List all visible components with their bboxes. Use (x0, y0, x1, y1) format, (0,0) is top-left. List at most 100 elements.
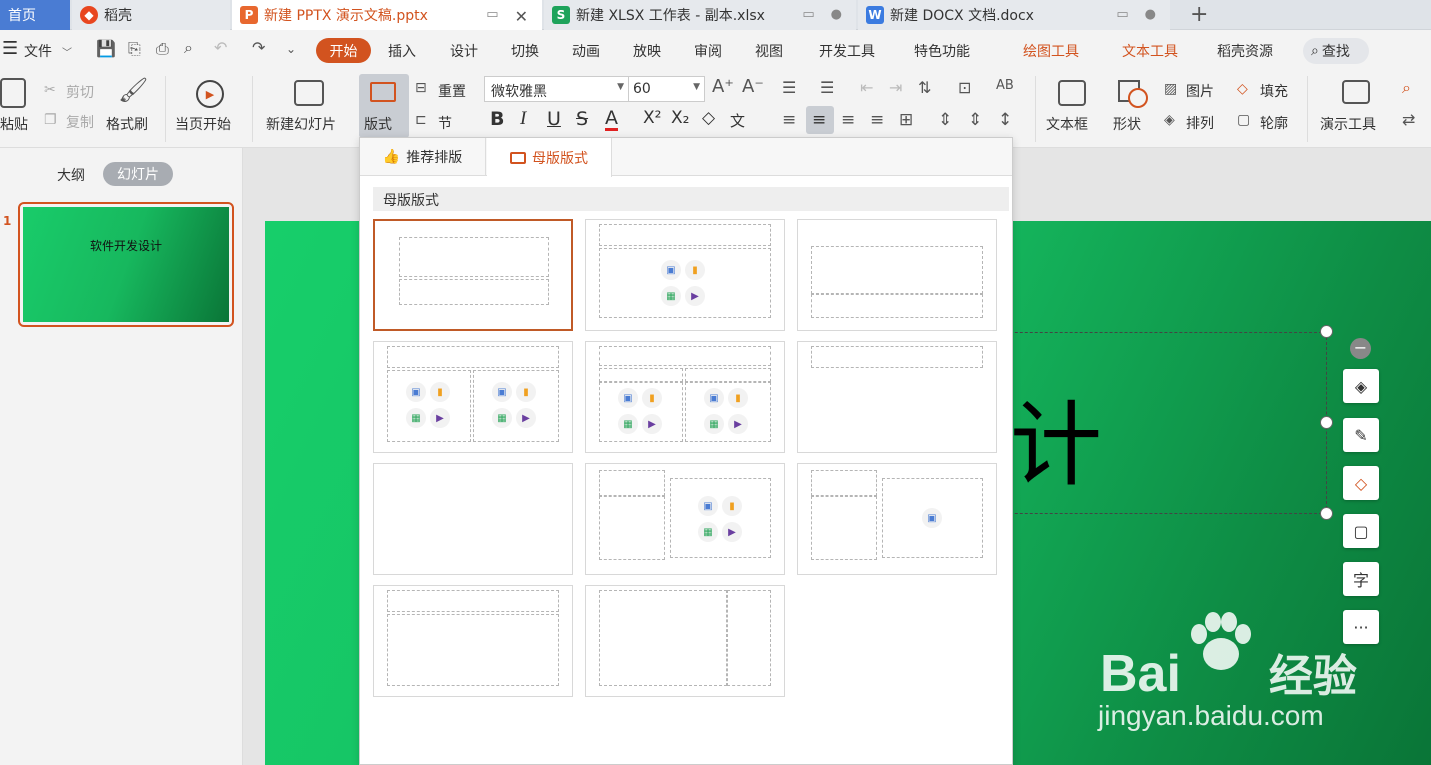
menu-slideshow[interactable]: 放映 (633, 41, 661, 61)
superscript-icon[interactable]: X² (643, 108, 661, 128)
align-right-icon[interactable]: ≡ (841, 110, 855, 130)
layout-picture-with-caption[interactable]: ▣ (797, 463, 997, 575)
tab-xlsx-document[interactable]: S 新建 XLSX 工作表 - 副本.xlsx ▭ ● (544, 0, 856, 30)
slide-title-text[interactable]: 计 (1010, 400, 1102, 492)
distribute-icon[interactable]: ⊞ (899, 110, 913, 130)
table-icon[interactable]: ▦ (406, 408, 426, 428)
menu-start[interactable]: 开始 (316, 38, 371, 63)
undo-icon[interactable]: ↶ (214, 38, 227, 57)
menu-transition[interactable]: 切换 (511, 41, 539, 61)
tab-outline[interactable]: 大纲 (57, 165, 85, 185)
resize-handle[interactable] (1320, 507, 1333, 520)
slide-thumbnail[interactable]: 软件开发设计 (18, 202, 234, 327)
menu-daoke-resources[interactable]: 稻壳资源 (1217, 41, 1273, 61)
table-icon[interactable]: ▦ (704, 414, 724, 434)
format-painter-button[interactable]: 格式刷 (106, 114, 148, 134)
cut-button[interactable]: 剪切 (66, 82, 94, 102)
resize-handle[interactable] (1320, 416, 1333, 429)
from-current-slide-button[interactable]: 当页开始 (175, 114, 231, 134)
layout-button[interactable]: 版式 (359, 74, 409, 138)
menu-insert[interactable]: 插入 (388, 41, 416, 61)
table-icon[interactable]: ▦ (661, 286, 681, 306)
print-icon[interactable]: ⎙ (156, 39, 169, 59)
menu-view[interactable]: 视图 (755, 41, 783, 61)
reset-button[interactable]: 重置 (438, 81, 466, 101)
layers-icon[interactable]: ◈ (1343, 369, 1379, 403)
window-icon[interactable]: ▭ (486, 7, 498, 26)
table-icon[interactable]: ▦ (698, 522, 718, 542)
save-icon[interactable]: 💾 (96, 39, 116, 58)
tab-recommended-layouts[interactable]: 👍 推荐排版 (360, 138, 486, 176)
bullet-list-icon[interactable]: ☰ (782, 78, 796, 97)
layout-title-vertical-text[interactable] (373, 585, 573, 697)
picture-icon[interactable]: ▣ (704, 388, 724, 408)
chart-icon[interactable]: ▮ (642, 388, 662, 408)
menu-draw-tools[interactable]: 绘图工具 (1023, 41, 1079, 61)
close-tab-icon[interactable]: ✕ (515, 7, 528, 26)
layout-section-header[interactable] (797, 219, 997, 331)
video-icon[interactable]: ▶ (430, 408, 450, 428)
text-direction-icon[interactable]: ⇅ (918, 78, 931, 97)
italic-icon[interactable]: I (520, 108, 526, 130)
outline-button[interactable]: 轮廓 (1260, 113, 1288, 133)
video-icon[interactable]: ▶ (728, 414, 748, 434)
picture-icon[interactable]: ▣ (618, 388, 638, 408)
menu-special[interactable]: 特色功能 (914, 41, 970, 61)
shape-button[interactable]: 形状 (1113, 114, 1141, 134)
increase-font-icon[interactable]: A⁺ (712, 76, 734, 97)
font-color-icon[interactable]: A (605, 108, 618, 131)
layout-vertical-title-text[interactable] (585, 585, 785, 697)
paste-button[interactable]: 粘贴 (0, 114, 28, 134)
table-icon[interactable]: ▦ (492, 408, 512, 428)
arrange-button[interactable]: 排列 (1186, 113, 1214, 133)
numbered-list-icon[interactable]: ☰ (820, 78, 834, 97)
new-slide-button[interactable]: 新建幻灯片 (266, 114, 336, 134)
menu-file[interactable]: 文件 (24, 41, 52, 61)
fill-button[interactable]: 填充 (1260, 81, 1288, 101)
text-tool-icon[interactable]: 字 (1343, 562, 1379, 596)
font-size-select[interactable]: 60 ▼ (628, 76, 705, 102)
layout-title-content[interactable]: ▣ ▮ ▦ ▶ (585, 219, 785, 331)
menu-design[interactable]: 设计 (450, 41, 478, 61)
fill-shape-icon[interactable]: ◇ (1343, 466, 1379, 500)
new-tab-button[interactable]: + (1190, 2, 1208, 27)
text-effects-icon[interactable]: AB (996, 78, 1014, 93)
layout-title-slide[interactable] (373, 219, 573, 331)
bold-icon[interactable]: B (490, 108, 504, 130)
phonetic-icon[interactable]: 文 (730, 110, 745, 131)
tab-docx-document[interactable]: W 新建 DOCX 文档.docx ▭ ● (858, 0, 1170, 30)
paragraph-spacing-icon[interactable]: ⇕ (968, 110, 982, 130)
menu-animation[interactable]: 动画 (572, 41, 600, 61)
menu-text-tools[interactable]: 文本工具 (1122, 41, 1178, 61)
print-preview-icon[interactable]: ⌕ (184, 38, 193, 58)
replace-icon[interactable]: ⇄ (1402, 110, 1415, 129)
video-icon[interactable]: ▶ (685, 286, 705, 306)
resize-handle[interactable] (1320, 325, 1333, 338)
picture-icon[interactable]: ▣ (922, 508, 942, 528)
section-button[interactable]: 节 (438, 113, 452, 133)
video-icon[interactable]: ▶ (722, 522, 742, 542)
present-tools-button[interactable]: 演示工具 (1320, 114, 1376, 134)
copy-button[interactable]: 复制 (66, 112, 94, 132)
chart-icon[interactable]: ▮ (685, 260, 705, 280)
picture-icon[interactable]: ▣ (492, 382, 512, 402)
table-icon[interactable]: ▦ (618, 414, 638, 434)
chevron-down-icon[interactable]: ﹀ (62, 44, 72, 59)
layout-content-with-caption[interactable]: ▣ ▮ ▦ ▶ (585, 463, 785, 575)
redo-icon[interactable]: ↷ (252, 38, 265, 57)
chart-icon[interactable]: ▮ (722, 496, 742, 516)
underline-icon[interactable]: U (547, 108, 561, 130)
hamburger-menu-icon[interactable]: ☰ (2, 38, 18, 59)
video-icon[interactable]: ▶ (642, 414, 662, 434)
menu-developer[interactable]: 开发工具 (819, 41, 875, 61)
strikethrough-icon[interactable]: S (576, 108, 588, 130)
decrease-font-icon[interactable]: A⁻ (742, 76, 764, 97)
paste-icon[interactable] (0, 78, 26, 108)
layout-comparison[interactable]: ▣ ▮ ▦ ▶ ▣ ▮ ▦ ▶ (585, 341, 785, 453)
justify-icon[interactable]: ≡ (870, 110, 884, 130)
tab-daoke[interactable]: ◆ 稻壳 (72, 0, 230, 30)
outline-shape-icon[interactable]: ▢ (1343, 514, 1379, 548)
picture-button[interactable]: 图片 (1186, 81, 1214, 101)
picture-icon[interactable]: ▣ (661, 260, 681, 280)
menu-review[interactable]: 审阅 (694, 41, 722, 61)
